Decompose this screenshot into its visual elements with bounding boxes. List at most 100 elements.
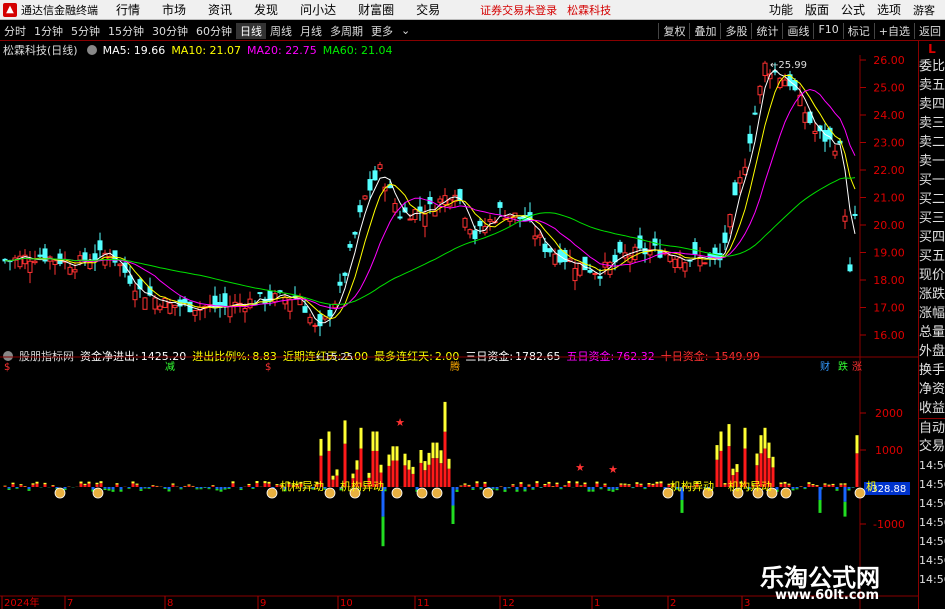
panel-weibi[interactable]: 委比 bbox=[919, 57, 945, 76]
candle-body bbox=[477, 220, 483, 227]
panel-top-label[interactable]: L bbox=[919, 41, 945, 57]
indicator-bar-green bbox=[611, 489, 615, 492]
indicator-bar-yellow bbox=[807, 482, 811, 484]
indicator-bar-green bbox=[818, 499, 822, 513]
money-bag-icon bbox=[54, 487, 66, 499]
candle-body bbox=[337, 281, 343, 286]
panel-buy1[interactable]: 买一 bbox=[919, 171, 945, 190]
indicator-bar-yellow bbox=[135, 483, 139, 485]
tool-back[interactable]: 返回 bbox=[914, 22, 945, 39]
indicator-bar-red bbox=[779, 484, 783, 487]
candle-body bbox=[572, 268, 578, 282]
panel-sell1[interactable]: 卖一 bbox=[919, 152, 945, 171]
money-bag-icon bbox=[416, 487, 428, 499]
indicator-bar-red bbox=[155, 486, 159, 487]
money-bag-icon bbox=[431, 487, 443, 499]
panel-trade[interactable]: 交易 bbox=[919, 437, 945, 456]
indicator-bar-yellow bbox=[95, 482, 99, 485]
price-tick-label: 18.00 bbox=[873, 274, 905, 287]
indicator-bar-blue bbox=[215, 487, 219, 489]
panel-buy2[interactable]: 买二 bbox=[919, 190, 945, 209]
panel-buy3[interactable]: 买三 bbox=[919, 209, 945, 228]
candle-body bbox=[392, 203, 398, 213]
indicator-bar-yellow bbox=[779, 482, 783, 485]
indicator-bar-yellow bbox=[211, 485, 215, 486]
indicator-bar-red bbox=[443, 431, 447, 487]
indicator-bar-green bbox=[587, 489, 591, 492]
indicator-bar-blue bbox=[523, 487, 527, 490]
money-bag-icon bbox=[266, 487, 278, 499]
candle-body bbox=[732, 182, 738, 196]
indicator-bar-red bbox=[459, 486, 463, 487]
indicator-bar-green bbox=[455, 489, 459, 492]
candle-body bbox=[677, 257, 683, 269]
indicator-bar-red bbox=[99, 483, 103, 487]
indicator-bar-green bbox=[251, 488, 255, 489]
panel-earnings[interactable]: 收益 bbox=[919, 399, 945, 418]
indicator-bar-green bbox=[119, 489, 123, 492]
indicator-bar-yellow bbox=[839, 483, 843, 485]
indicator-bar-yellow bbox=[519, 482, 523, 484]
indicator-bar-yellow bbox=[319, 438, 323, 456]
indicator-bar-red bbox=[31, 484, 35, 487]
panel-sell4[interactable]: 卖四 bbox=[919, 95, 945, 114]
candle-body bbox=[712, 247, 718, 258]
panel-change-pct[interactable]: 涨幅 bbox=[919, 304, 945, 323]
indicator-bar-yellow bbox=[391, 446, 395, 461]
indicator-bar-yellow bbox=[575, 481, 579, 484]
panel-sell2[interactable]: 卖二 bbox=[919, 133, 945, 152]
panel-time-1: 14:56 bbox=[919, 459, 945, 472]
candle-body bbox=[757, 85, 763, 96]
indicator-bar-yellow bbox=[247, 483, 251, 486]
indicator-bar-yellow bbox=[783, 481, 787, 484]
event-marker: 腾 bbox=[450, 360, 460, 373]
candle-body bbox=[782, 79, 788, 87]
panel-volume[interactable]: 总量 bbox=[919, 323, 945, 342]
chart-canvas[interactable]: 26.00 25.00 24.00 23.00 22.00 21.00 20.00 19.00… bbox=[0, 0, 918, 609]
indicator-bar-yellow bbox=[827, 484, 831, 486]
indicator-bar-green bbox=[615, 488, 619, 491]
candle-body bbox=[472, 230, 478, 240]
indicator-bar-yellow bbox=[623, 483, 627, 485]
panel-turnover[interactable]: 换手 bbox=[919, 361, 945, 380]
candle-body bbox=[37, 254, 43, 257]
date-tick-label: 1 bbox=[594, 598, 600, 609]
panel-buy5[interactable]: 买五 bbox=[919, 247, 945, 266]
indicator-bar-blue bbox=[179, 487, 183, 489]
indicator-bar-blue bbox=[167, 487, 171, 490]
indicator-bar-blue bbox=[531, 487, 535, 489]
indicator-bar-blue bbox=[818, 487, 822, 500]
indicator-bar-blue bbox=[503, 487, 507, 490]
indicator-bar-blue bbox=[507, 487, 511, 488]
candle-body bbox=[397, 216, 403, 219]
indicator-bar-yellow bbox=[787, 483, 791, 485]
candle-body bbox=[242, 308, 248, 313]
panel-price[interactable]: 现价 bbox=[919, 266, 945, 285]
panel-outer[interactable]: 外盘 bbox=[919, 342, 945, 361]
panel-auto[interactable]: 自动 bbox=[919, 418, 945, 437]
indicator-bar-red bbox=[79, 483, 83, 487]
indicator-bar-red bbox=[623, 484, 627, 487]
indicator-bar-blue bbox=[599, 487, 603, 489]
panel-sell5[interactable]: 卖五 bbox=[919, 76, 945, 95]
panel-sell3[interactable]: 卖三 bbox=[919, 114, 945, 133]
panel-time-2: 14:56 bbox=[919, 478, 945, 491]
panel-buy4[interactable]: 买四 bbox=[919, 228, 945, 247]
indicator-bar-yellow bbox=[19, 484, 23, 486]
candle-body bbox=[372, 170, 378, 181]
indicator-bar-blue bbox=[775, 487, 779, 490]
indicator-bar-red bbox=[787, 484, 791, 487]
indicator-bar-blue bbox=[591, 487, 595, 490]
candle-body bbox=[737, 177, 743, 184]
indicator-bar-red bbox=[839, 484, 843, 487]
indicator-bar-green bbox=[791, 488, 795, 491]
indicator-bar-yellow bbox=[83, 483, 87, 485]
indicator-bar-red bbox=[463, 484, 467, 487]
indicator-bar-yellow bbox=[635, 482, 639, 484]
indicator-bar-red bbox=[211, 485, 215, 487]
panel-change[interactable]: 涨跌 bbox=[919, 285, 945, 304]
indicator-bar-green bbox=[515, 489, 519, 492]
date-tick-label: 9 bbox=[260, 598, 266, 609]
candle-body bbox=[67, 266, 73, 275]
panel-net-assets[interactable]: 净资 bbox=[919, 380, 945, 399]
